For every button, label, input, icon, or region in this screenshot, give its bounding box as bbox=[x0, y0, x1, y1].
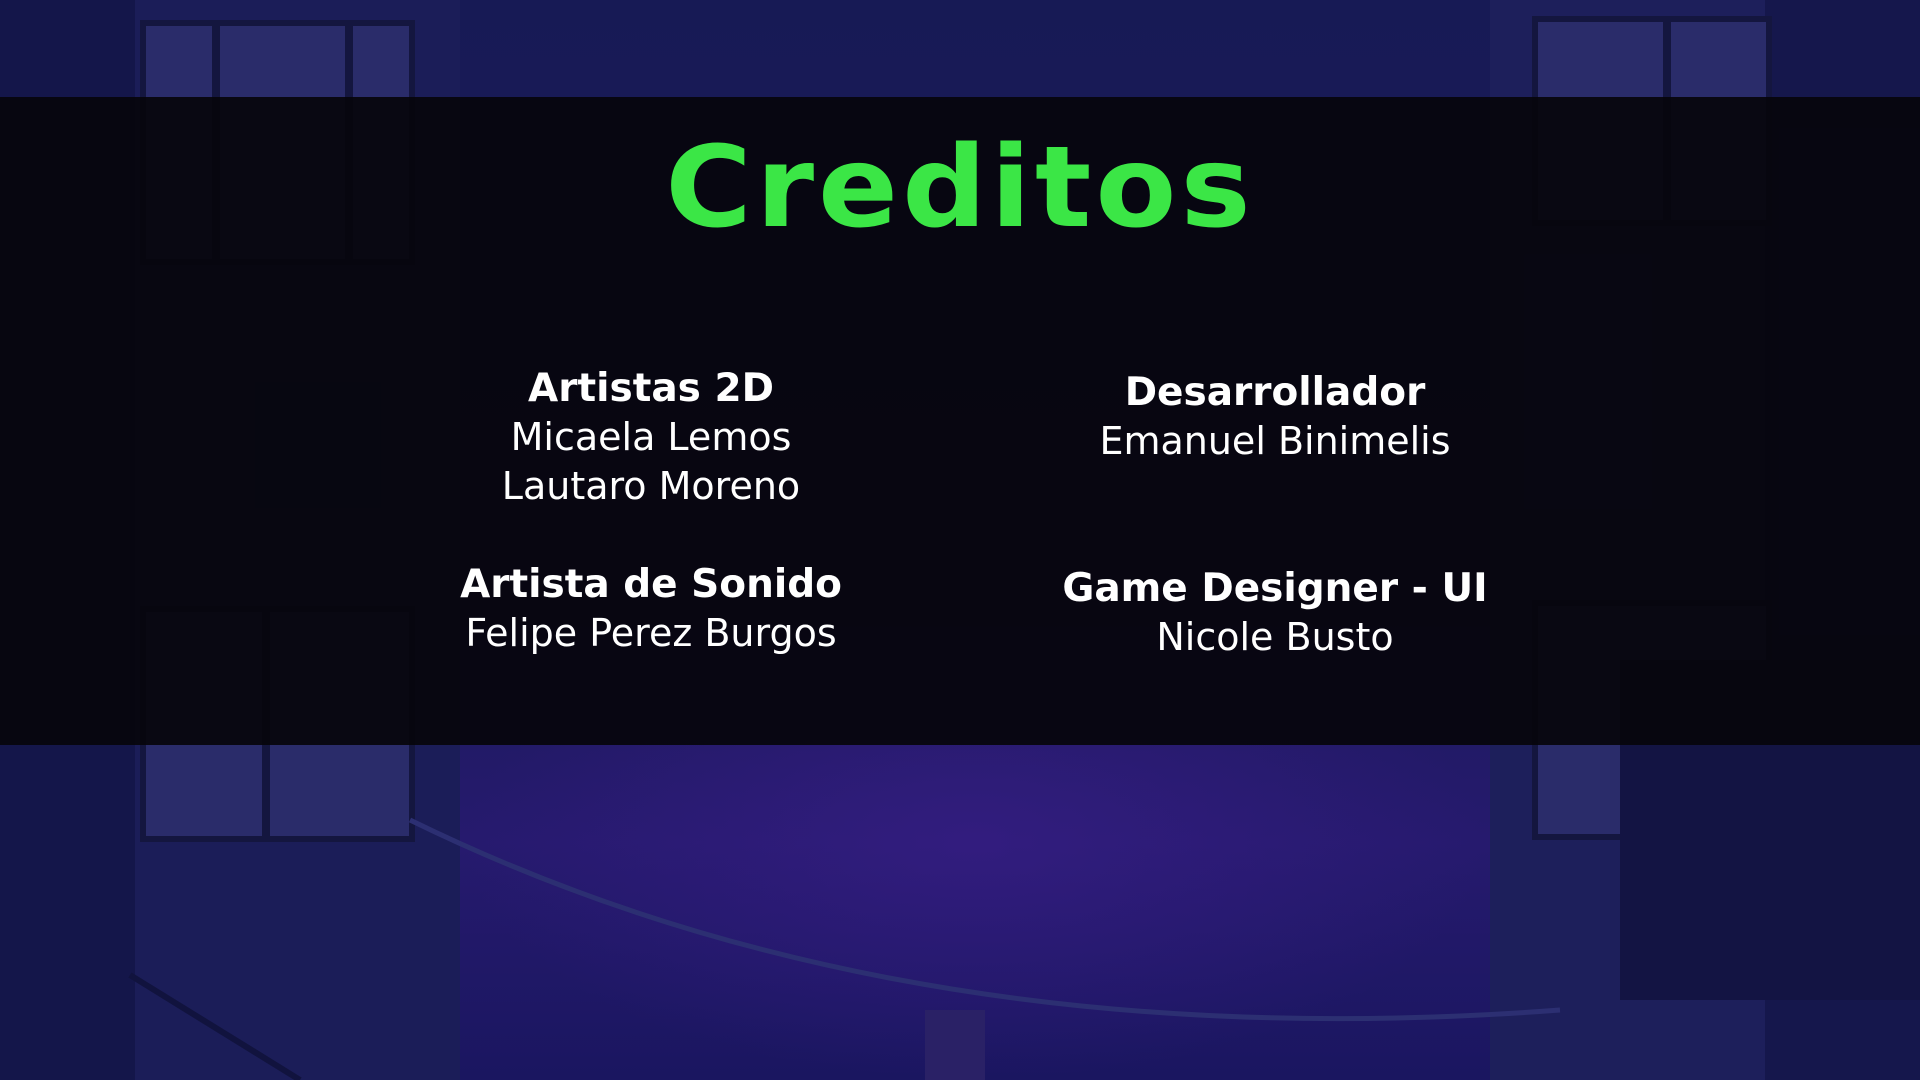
credits-title: Creditos bbox=[665, 121, 1255, 253]
credit-block-game-designer: Game Designer - UI Nicole Busto bbox=[975, 564, 1575, 662]
credit-role: Artista de Sonido bbox=[460, 562, 842, 607]
credit-role: Game Designer - UI bbox=[1062, 566, 1488, 611]
credit-block-artists-2d: Artistas 2D Micaela Lemos Lautaro Moreno bbox=[351, 364, 951, 511]
credit-role: Desarrollador bbox=[1124, 370, 1426, 415]
credit-name: Lautaro Moreno bbox=[501, 464, 801, 508]
credit-name: Nicole Busto bbox=[1156, 615, 1394, 659]
credit-block-sound-artist: Artista de Sonido Felipe Perez Burgos bbox=[351, 560, 951, 658]
credit-name: Felipe Perez Burgos bbox=[465, 611, 837, 655]
credit-name: Emanuel Binimelis bbox=[1099, 419, 1451, 463]
credits-screen: Creditos Artistas 2D Micaela Lemos Lauta… bbox=[0, 0, 1920, 1080]
credit-role: Artistas 2D bbox=[528, 366, 774, 411]
credit-block-developer: Desarrollador Emanuel Binimelis bbox=[975, 368, 1575, 466]
credit-name: Micaela Lemos bbox=[510, 415, 792, 459]
